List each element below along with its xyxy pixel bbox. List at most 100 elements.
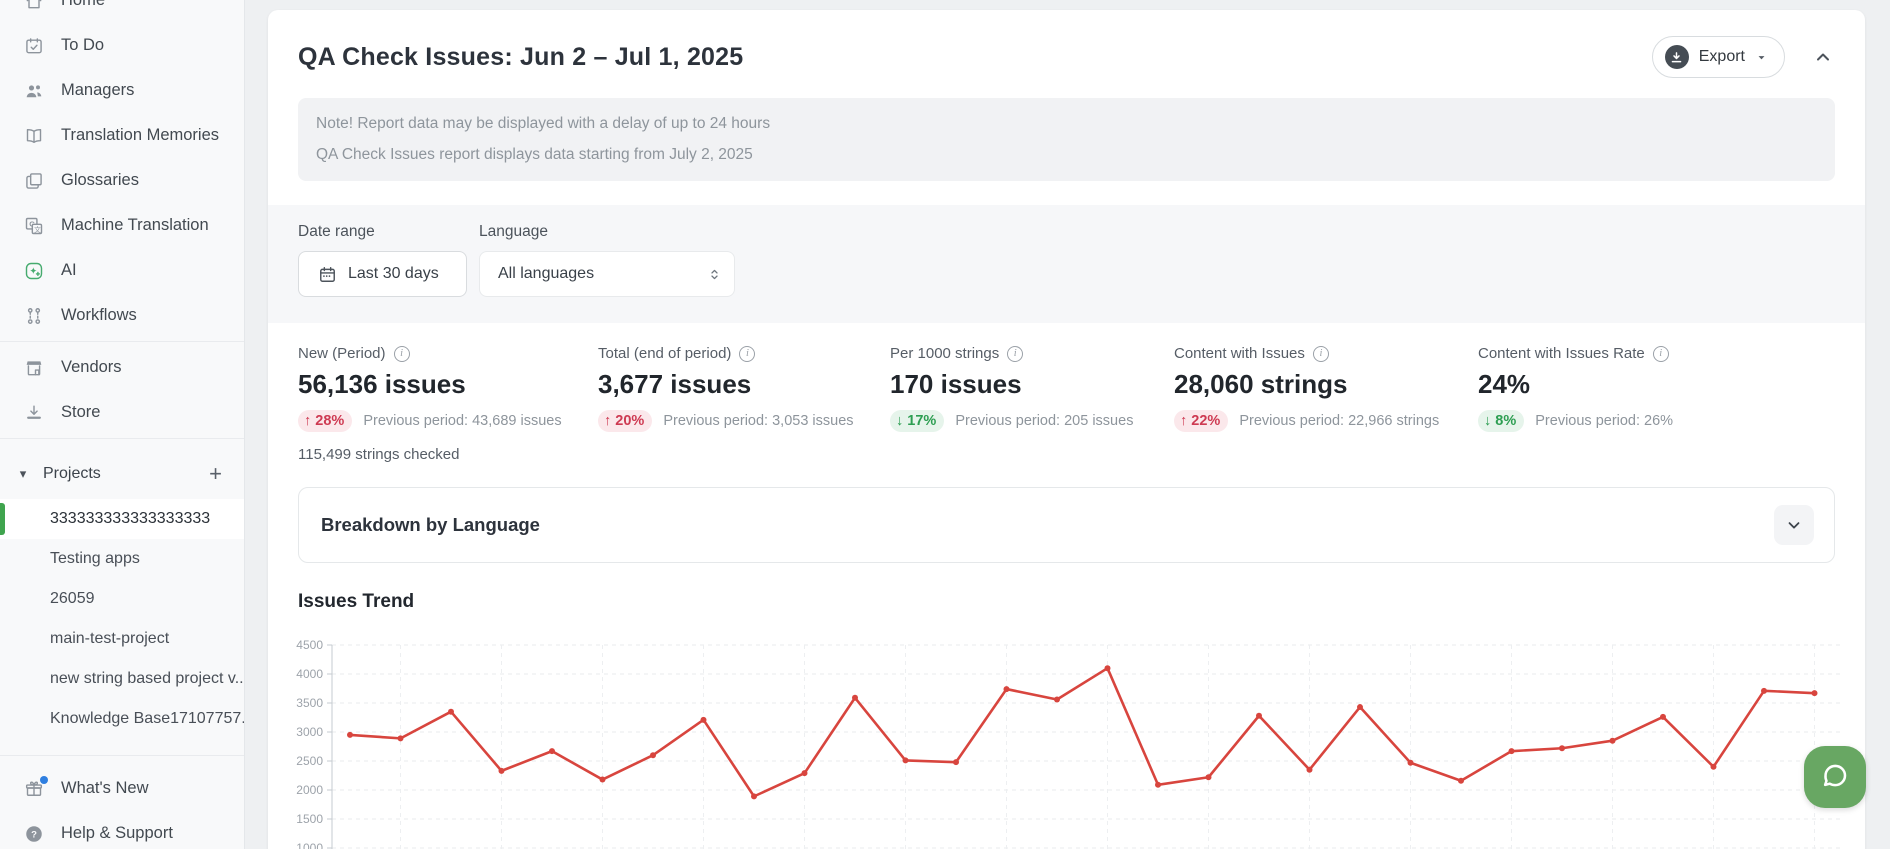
sidebar-item-help-support[interactable]: ? Help & Support	[0, 811, 244, 849]
sidebar-item-vendors[interactable]: Vendors	[0, 345, 244, 390]
header-actions: Export	[1652, 36, 1833, 78]
sidebar-item-ai[interactable]: AI	[0, 248, 244, 293]
info-icon[interactable]: i	[1313, 346, 1329, 362]
project-item-knowledge-base17107757[interactable]: Knowledge Base17107757...	[0, 699, 244, 739]
sidebar-secondary-nav: Vendors Store	[0, 345, 244, 435]
stats-row: New (Period)i56,136 issues↑ 28%Previous …	[268, 323, 1865, 432]
chevron-down-icon	[1785, 516, 1803, 534]
info-icon[interactable]: i	[394, 346, 410, 362]
sidebar-item-managers[interactable]: Managers	[0, 68, 244, 113]
machine-translation-icon: G文	[24, 216, 44, 236]
language-value: All languages	[498, 265, 594, 283]
svg-text:4500: 4500	[296, 638, 323, 652]
svg-text:2500: 2500	[296, 754, 323, 768]
stat-change-badge: ↓ 17%	[890, 410, 944, 432]
ai-sparkle-icon	[24, 261, 44, 281]
sidebar-item-label: Translation Memories	[61, 126, 219, 145]
issues-trend-chart[interactable]: 45004000350030002500200015001000500	[296, 633, 1865, 849]
filters: Date range Last 30 days Language All lan…	[268, 205, 1865, 323]
sidebar-item-label: Glossaries	[61, 171, 139, 190]
note-line-2: QA Check Issues report displays data sta…	[316, 146, 1817, 164]
chevron-up-icon	[1813, 47, 1833, 67]
stat-value: 28,060 strings	[1174, 369, 1478, 400]
svg-text:1000: 1000	[296, 841, 323, 849]
projects-header: ▾ Projects +	[0, 449, 244, 499]
stat-previous-period: Previous period: 3,053 issues	[663, 413, 853, 429]
stat-content-with-issues: Content with Issuesi28,060 strings↑ 22%P…	[1174, 345, 1478, 432]
stat-label: Per 1000 strings	[890, 345, 999, 362]
stat-change-badge: ↑ 20%	[598, 410, 652, 432]
sidebar-divider	[0, 755, 244, 756]
collapse-report-button[interactable]	[1813, 47, 1833, 67]
sidebar-item-store[interactable]: Store	[0, 390, 244, 435]
project-item-testing-apps[interactable]: Testing apps	[0, 539, 244, 579]
breakdown-title: Breakdown by Language	[321, 514, 540, 536]
sidebar-item-translation-memories[interactable]: Translation Memories	[0, 113, 244, 158]
add-project-button[interactable]: +	[209, 463, 222, 485]
stat-content-with-issues-rate: Content with Issues Ratei24%↓ 8%Previous…	[1478, 345, 1673, 432]
vendors-storefront-icon	[24, 358, 44, 378]
report-card: QA Check Issues: Jun 2 – Jul 1, 2025 Exp…	[268, 10, 1865, 849]
stat-per-1000-strings: Per 1000 stringsi170 issues↓ 17%Previous…	[890, 345, 1174, 432]
sidebar-item-home[interactable]: Home	[0, 0, 244, 23]
project-item-333333333333333333[interactable]: 333333333333333333	[0, 499, 244, 539]
sidebar-item-label: Machine Translation	[61, 216, 209, 235]
chat-widget-button[interactable]	[1804, 746, 1866, 808]
stat-value: 170 issues	[890, 369, 1174, 400]
svg-text:1500: 1500	[296, 812, 323, 826]
note-line-1: Note! Report data may be displayed with …	[316, 115, 1817, 133]
language-select[interactable]: All languages	[479, 251, 735, 297]
sidebar-divider	[0, 438, 244, 439]
caret-down-icon[interactable]: ▾	[16, 466, 30, 482]
unfold-sorter-icon	[707, 267, 722, 282]
report-header: QA Check Issues: Jun 2 – Jul 1, 2025 Exp…	[268, 10, 1865, 96]
sidebar-item-to-do[interactable]: To Do	[0, 23, 244, 68]
svg-text:3500: 3500	[296, 696, 323, 710]
export-label: Export	[1699, 48, 1745, 66]
expand-breakdown-button[interactable]	[1774, 505, 1814, 545]
main-area: QA Check Issues: Jun 2 – Jul 1, 2025 Exp…	[245, 0, 1890, 849]
translation-memories-icon	[24, 126, 44, 146]
report-note: Note! Report data may be displayed with …	[298, 98, 1835, 181]
sidebar-item-workflows[interactable]: Workflows	[0, 293, 244, 338]
stat-total-end-of-period: Total (end of period)i3,677 issues↑ 20%P…	[598, 345, 890, 432]
project-item-main-test-project[interactable]: main-test-project	[0, 619, 244, 659]
export-button[interactable]: Export	[1652, 36, 1785, 78]
notification-dot	[40, 776, 48, 784]
date-range-field: Date range Last 30 days	[298, 223, 467, 297]
project-item-new-string-based-project-v[interactable]: new string based project v...	[0, 659, 244, 699]
glossaries-icon	[24, 171, 44, 191]
stat-label: New (Period)	[298, 345, 386, 362]
date-range-button[interactable]: Last 30 days	[298, 251, 467, 297]
stat-previous-period: Previous period: 43,689 issues	[363, 413, 561, 429]
stat-label: Content with Issues Rate	[1478, 345, 1645, 362]
project-item-26059[interactable]: 26059	[0, 579, 244, 619]
stat-new-period: New (Period)i56,136 issues↑ 28%Previous …	[298, 345, 598, 432]
sidebar-item-machine-translation[interactable]: G文 Machine Translation	[0, 203, 244, 248]
sidebar-item-glossaries[interactable]: Glossaries	[0, 158, 244, 203]
sidebar-item-label: Workflows	[61, 306, 137, 325]
svg-text:2000: 2000	[296, 783, 323, 797]
sidebar-item-label: To Do	[61, 36, 104, 55]
info-icon[interactable]: i	[739, 346, 755, 362]
sidebar-item-what-s-new[interactable]: What's New	[0, 766, 244, 811]
page-title: QA Check Issues: Jun 2 – Jul 1, 2025	[298, 43, 743, 72]
stat-label: Total (end of period)	[598, 345, 731, 362]
sidebar-footer-nav: What's New? Help & Support	[0, 766, 244, 849]
projects-list: 333333333333333333Testing apps26059main-…	[0, 499, 244, 739]
language-field: Language All languages	[479, 223, 735, 297]
sidebar: Home To Do Managers Translation Memories Glo…	[0, 0, 245, 849]
info-icon[interactable]: i	[1653, 346, 1669, 362]
projects-title[interactable]: Projects	[43, 465, 196, 483]
sidebar-item-label: Home	[61, 0, 105, 10]
sidebar-item-label: What's New	[61, 779, 149, 798]
info-icon[interactable]: i	[1007, 346, 1023, 362]
date-range-label: Date range	[298, 223, 467, 241]
sidebar-item-label: AI	[61, 261, 77, 280]
sidebar-main-nav: Home To Do Managers Translation Memories Glo…	[0, 0, 244, 338]
stat-value: 24%	[1478, 369, 1673, 400]
todo-calendar-icon	[24, 36, 44, 56]
sidebar-item-label: Help & Support	[61, 824, 173, 843]
sidebar-item-label: Vendors	[61, 358, 122, 377]
svg-text:?: ?	[31, 829, 37, 840]
